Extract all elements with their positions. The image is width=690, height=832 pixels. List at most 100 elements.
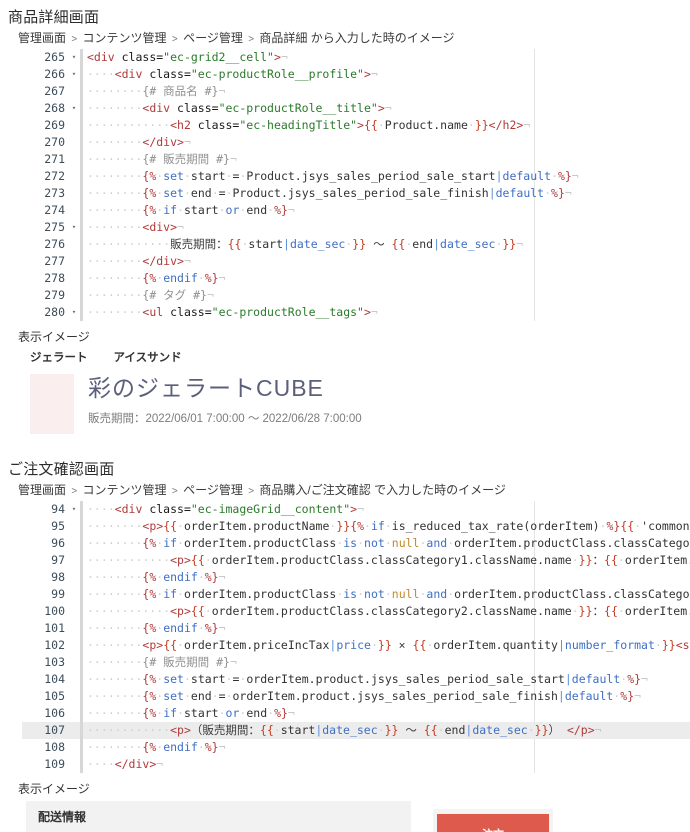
breadcrumb-item-2[interactable]: ページ管理 xyxy=(183,31,243,45)
code-text: ········{%·endif·%}¬ xyxy=(87,740,226,754)
code-line[interactable]: 277 ········</div>¬ xyxy=(22,253,690,270)
line-number: 98 xyxy=(51,570,65,584)
line-number: 278 xyxy=(44,271,65,285)
code-line[interactable]: 265 ▾ <div class="ec-grid2__cell">¬ xyxy=(22,49,690,66)
gutter-divider xyxy=(80,671,83,688)
breadcrumb-item-1[interactable]: コンテンツ管理 xyxy=(83,31,167,45)
code-line[interactable]: 100 ············<p>{{·orderItem.productCl… xyxy=(22,603,690,620)
code-line[interactable]: 109 ····</div>¬ xyxy=(22,756,690,773)
code-text: ········{%·if·start·or·end·%}¬ xyxy=(87,203,295,217)
code-line[interactable]: 278 ········{%·endif·%}¬ xyxy=(22,270,690,287)
code-line[interactable]: 267 ········{# 商品名 #}¬ xyxy=(22,83,690,100)
code-text: ········{%·set·start·=·Product.jsys_sale… xyxy=(87,169,579,183)
code-line[interactable]: 270 ········</div>¬ xyxy=(22,134,690,151)
code-line[interactable]: 280 ▾ ········<ul class="ec-productRole__t… xyxy=(22,304,690,321)
gutter-divider xyxy=(80,117,83,134)
code-line[interactable]: 99 ········{%·if·orderItem.productClass·i… xyxy=(22,586,690,603)
code-text: ············<p>（販売期間：{{·start|date_sec·}… xyxy=(87,723,602,737)
line-number: 97 xyxy=(51,553,65,567)
line-number: 108 xyxy=(44,740,65,754)
gutter-divider xyxy=(80,756,83,773)
gutter-divider xyxy=(80,569,83,586)
gutter-divider xyxy=(80,253,83,270)
code-line[interactable]: 279 ········{# タグ #}¬ xyxy=(22,287,690,304)
breadcrumb-item-3[interactable]: 商品詳細 xyxy=(259,31,307,45)
line-number: 105 xyxy=(44,689,65,703)
gutter-divider xyxy=(80,219,83,236)
line-number: 104 xyxy=(44,672,65,686)
code-line[interactable]: 106 ········{%·if·start·or·end·%}¬ xyxy=(22,705,690,722)
code-text: ········{%·endif·%}¬ xyxy=(87,271,226,285)
code-line[interactable]: 276 ············販売期間：{{·start|date_sec·}}… xyxy=(22,236,690,253)
page-title: ご注文確認画面 xyxy=(8,461,115,478)
fold-arrow-icon[interactable]: ▾ xyxy=(68,66,80,83)
breadcrumb-item-1[interactable]: コンテンツ管理 xyxy=(83,483,167,497)
fold-arrow-icon[interactable]: ▾ xyxy=(68,501,80,518)
preview-tab-icesand[interactable]: アイスサンド xyxy=(114,349,182,365)
breadcrumb-item-0[interactable]: 管理画面 xyxy=(18,31,66,45)
code-line[interactable]: 271 ········{# 販売期間 #}¬ xyxy=(22,151,690,168)
gutter-divider xyxy=(80,66,83,83)
code-line[interactable]: 108 ········{%·endif·%}¬ xyxy=(22,739,690,756)
place-order-button[interactable]: 注文 xyxy=(437,814,549,832)
code-line[interactable]: 273 ········{%·set·end·=·Product.jsys_sal… xyxy=(22,185,690,202)
code-text: ········{# タグ #}¬ xyxy=(87,288,214,302)
delivery-info-card: 配送情報 彩のジェラートCUBE フレーバー：チョコ サイズ：16mm × 16… xyxy=(26,801,411,832)
breadcrumb-item-0[interactable]: 管理画面 xyxy=(18,483,66,497)
line-number: 276 xyxy=(44,237,65,251)
code-text: ········{# 商品名 #}¬ xyxy=(87,84,226,98)
breadcrumb-item-3[interactable]: 商品購入/ご注文確認 xyxy=(259,483,370,497)
code-line[interactable]: 104 ········{%·set·start·=·orderItem.prod… xyxy=(22,671,690,688)
code-line[interactable]: 105 ········{%·set·end·=·orderItem.produc… xyxy=(22,688,690,705)
code-text: ····<div class="ec-productRole__profile"… xyxy=(87,67,378,81)
breadcrumb-item-2[interactable]: ページ管理 xyxy=(183,483,243,497)
gutter-divider xyxy=(80,688,83,705)
code-line[interactable]: 107 ············<p>（販売期間：{{·start|date_se… xyxy=(22,722,690,739)
code-line[interactable]: 274 ········{%·if·start·or·end·%}¬ xyxy=(22,202,690,219)
code-line[interactable]: 94 ▾ ····<div class="ec-imageGrid__content… xyxy=(22,501,690,518)
code-editor-order-confirm[interactable]: 94 ▾ ····<div class="ec-imageGrid__content… xyxy=(22,501,690,773)
code-line[interactable]: 269 ············<h2 class="ec-headingTitl… xyxy=(22,117,690,134)
code-line[interactable]: 95 ········<p>{{·orderItem.productName·}}… xyxy=(22,518,690,535)
line-number: 274 xyxy=(44,203,65,217)
code-text: ········{%·endif·%}¬ xyxy=(87,570,226,584)
line-number: 107 xyxy=(44,723,65,737)
code-line[interactable]: 101 ········{%·endif·%}¬ xyxy=(22,620,690,637)
line-number: 266 xyxy=(44,67,65,81)
line-number: 279 xyxy=(44,288,65,302)
gutter-divider xyxy=(80,535,83,552)
gutter-divider xyxy=(80,739,83,756)
code-line[interactable]: 96 ········{%·if·orderItem.productClass·i… xyxy=(22,535,690,552)
code-text: <div class="ec-grid2__cell">¬ xyxy=(87,50,288,64)
code-line[interactable]: 268 ▾ ········<div class="ec-productRole__… xyxy=(22,100,690,117)
code-editor-product-detail[interactable]: 265 ▾ <div class="ec-grid2__cell">¬ 266 ▾ ···… xyxy=(22,49,690,321)
screenshot-root: 商品詳細画面 管理画面 > コンテンツ管理 > ページ管理 > 商品詳細 から入… xyxy=(0,0,690,832)
product-thumbnail-placeholder xyxy=(30,374,74,434)
code-text: ········<p>{{·orderItem.priceIncTax|pric… xyxy=(87,638,690,652)
fold-arrow-icon[interactable]: ▾ xyxy=(68,219,80,236)
fold-arrow-icon[interactable]: ▾ xyxy=(68,100,80,117)
gutter-divider xyxy=(80,49,83,66)
gutter-divider xyxy=(80,586,83,603)
product-text-block: 彩のジェラートCUBE 販売期間：2022/06/01 7:00:00 〜 20… xyxy=(88,374,362,426)
code-text: ········{%·endif·%}¬ xyxy=(87,621,226,635)
line-number: 109 xyxy=(44,757,65,771)
product-sales-period: 販売期間：2022/06/01 7:00:00 〜 2022/06/28 7:0… xyxy=(88,413,362,426)
preview-tab-gelato[interactable]: ジェラート xyxy=(30,349,88,365)
code-line[interactable]: 266 ▾ ····<div class="ec-productRole__prof… xyxy=(22,66,690,83)
code-line[interactable]: 103 ········{# 販売期間 #}¬ xyxy=(22,654,690,671)
code-line[interactable]: 272 ········{%·set·start·=·Product.jsys_s… xyxy=(22,168,690,185)
code-line[interactable]: 102 ········<p>{{·orderItem.priceIncTax|p… xyxy=(22,637,690,654)
gutter-divider xyxy=(80,134,83,151)
code-line[interactable]: 98 ········{%·endif·%}¬ xyxy=(22,569,690,586)
fold-arrow-icon[interactable]: ▾ xyxy=(68,304,80,321)
line-number: 273 xyxy=(44,186,65,200)
gutter-divider xyxy=(80,236,83,253)
code-text: ········<ul class="ec-productRole__tags"… xyxy=(87,305,378,319)
line-number: 270 xyxy=(44,135,65,149)
fold-arrow-icon[interactable]: ▾ xyxy=(68,49,80,66)
code-line[interactable]: 97 ············<p>{{·orderItem.productCla… xyxy=(22,552,690,569)
line-number: 272 xyxy=(44,169,65,183)
code-line[interactable]: 275 ▾ ········<div>¬ xyxy=(22,219,690,236)
code-text: ····</div>¬ xyxy=(87,757,164,771)
